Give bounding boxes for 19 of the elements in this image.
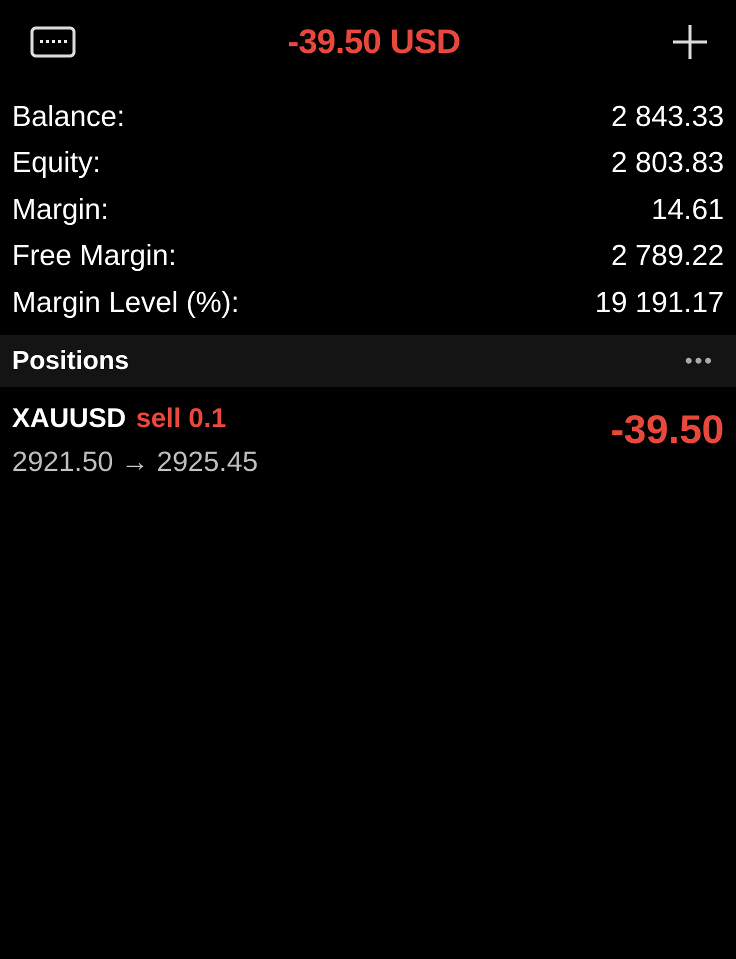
add-icon[interactable] bbox=[672, 24, 708, 60]
summary-label: Balance: bbox=[12, 100, 125, 134]
section-title: Positions bbox=[12, 345, 130, 376]
summary-label: Margin Level (%): bbox=[12, 286, 240, 320]
summary-value: 2 789.22 bbox=[611, 240, 724, 274]
summary-value: 2 803.83 bbox=[611, 147, 724, 180]
total-profit: -39.50 USD bbox=[288, 22, 460, 62]
summary-label: Free Margin: bbox=[12, 240, 176, 274]
symbol: XAUUSD bbox=[12, 402, 126, 434]
more-button[interactable]: ••• bbox=[684, 348, 714, 374]
summary-value: 19 191.17 bbox=[594, 286, 724, 320]
summary-label: Margin: bbox=[12, 194, 109, 227]
order-side: sell 0.1 bbox=[136, 402, 226, 434]
summary-value: 2 843.33 bbox=[611, 100, 724, 134]
summary-value: 14.61 bbox=[651, 194, 724, 227]
price-change: 2921.50 → 2925.45 bbox=[12, 446, 258, 478]
card-icon[interactable] bbox=[30, 26, 76, 58]
position-profit: -39.50 bbox=[610, 408, 724, 452]
summary-label: Equity: bbox=[12, 147, 101, 180]
